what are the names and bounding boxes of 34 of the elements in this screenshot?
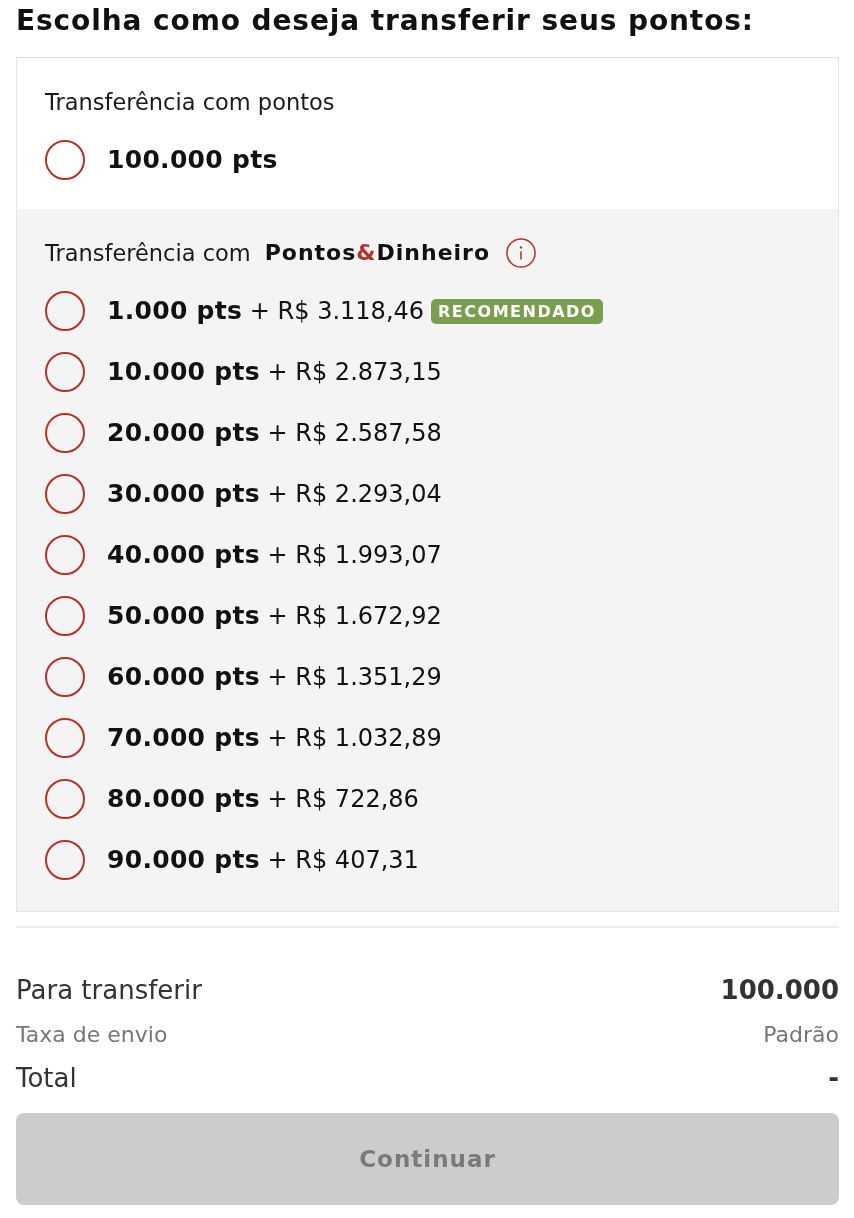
radio-button[interactable] — [45, 535, 85, 575]
radio-button[interactable] — [45, 779, 85, 819]
option-label[interactable]: 80.000 pts + R$ 722,86 — [107, 783, 419, 815]
section-label: Transferência com pontos — [45, 88, 335, 117]
summary-value: Padrão — [763, 1021, 839, 1047]
option-label[interactable]: 90.000 pts + R$ 407,31 — [107, 844, 419, 876]
radio-button[interactable] — [45, 840, 85, 880]
option-label[interactable]: 30.000 pts + R$ 2.293,04 — [107, 478, 442, 510]
summary-label: Para transferir — [16, 975, 202, 1005]
radio-button[interactable] — [45, 718, 85, 758]
summary-label: Taxa de envio — [16, 1021, 168, 1047]
option-label[interactable]: 10.000 pts + R$ 2.873,15 — [107, 356, 442, 388]
option-label[interactable]: 20.000 pts + R$ 2.587,58 — [107, 417, 442, 449]
radio-button[interactable] — [45, 352, 85, 392]
option-label[interactable]: 100.000 pts — [107, 144, 278, 176]
option-label[interactable]: 1.000 pts + R$ 3.118,46 — [107, 295, 425, 327]
option-label[interactable]: 60.000 pts + R$ 1.351,29 — [107, 661, 442, 693]
radio-button[interactable] — [45, 474, 85, 514]
recommended-badge: RECOMENDADO — [431, 298, 603, 324]
option-label[interactable]: 40.000 pts + R$ 1.993,07 — [107, 539, 442, 571]
radio-button[interactable] — [45, 657, 85, 697]
option-label[interactable]: 50.000 pts + R$ 1.672,92 — [107, 600, 442, 632]
summary-label: Total — [16, 1063, 77, 1093]
page-title: Escolha como deseja transferir seus pontos: — [16, 3, 755, 39]
radio-button[interactable] — [45, 413, 85, 453]
radio-button[interactable] — [45, 291, 85, 331]
radio-button[interactable] — [45, 596, 85, 636]
radio-button[interactable] — [45, 140, 85, 180]
summary-value: - — [828, 1063, 839, 1093]
section-label: Transferência com — [45, 239, 251, 268]
brand-logo: Pontos&Dinheiro — [264, 239, 491, 267]
info-icon[interactable] — [506, 238, 537, 268]
summary-value: 100.000 — [720, 975, 839, 1005]
option-label[interactable]: 70.000 pts + R$ 1.032,89 — [107, 722, 442, 754]
